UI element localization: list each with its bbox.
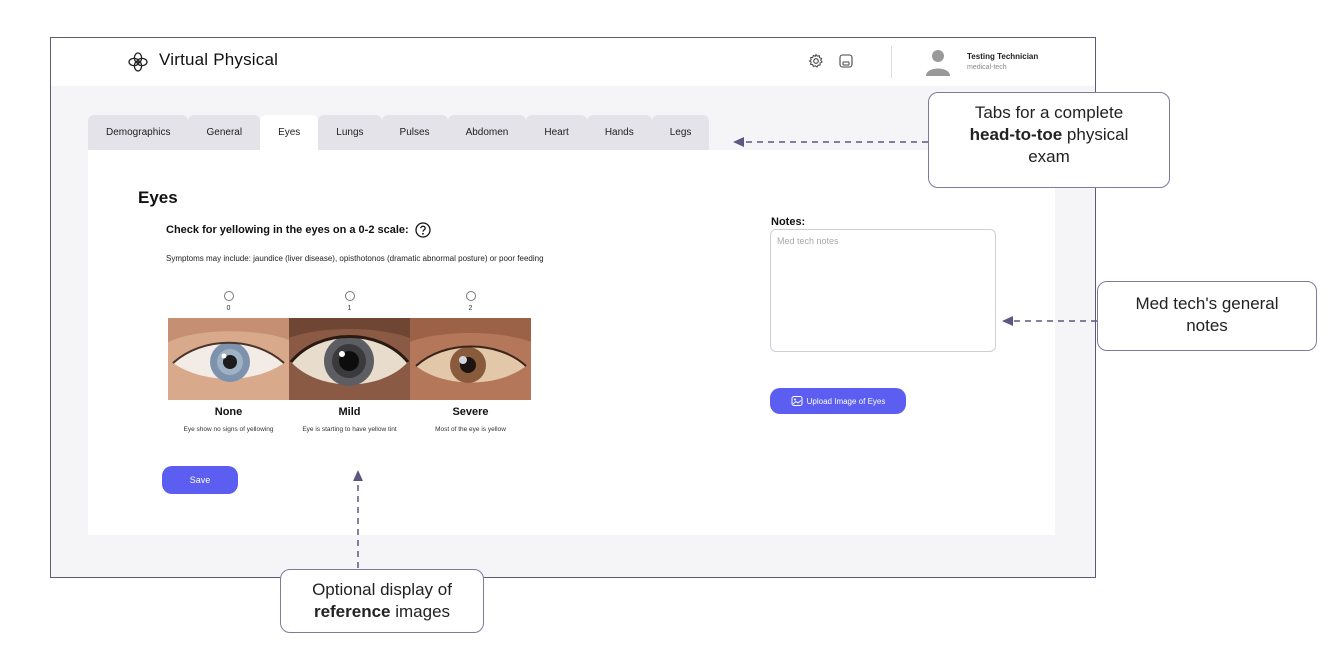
callout-reference-bold: reference bbox=[313, 602, 391, 621]
callout-tabs-line3: exam bbox=[1028, 147, 1070, 166]
callout-tabs-bold: head-to-toe bbox=[969, 125, 1063, 144]
callout-reference: Optional display of reference images bbox=[280, 569, 484, 633]
notes-arrow-head bbox=[1002, 316, 1013, 326]
callout-reference-rest: images bbox=[390, 602, 451, 621]
callout-notes-line2: notes bbox=[1186, 316, 1228, 335]
callout-reference-line1: Optional display of bbox=[312, 580, 452, 599]
callout-tabs-rest: physical bbox=[1062, 125, 1129, 144]
reference-arrow-head bbox=[353, 470, 363, 481]
callout-notes: Med tech's general notes bbox=[1097, 281, 1317, 351]
callout-tabs: Tabs for a complete head-to-toe physical… bbox=[928, 92, 1170, 188]
callout-tabs-line1: Tabs for a complete bbox=[974, 103, 1124, 122]
callout-notes-line1: Med tech's general bbox=[1135, 294, 1279, 313]
callout-reference-line2: reference images bbox=[281, 601, 483, 623]
tabs-arrow-head bbox=[733, 137, 744, 147]
callout-tabs-line2: head-to-toe physical bbox=[929, 124, 1169, 146]
